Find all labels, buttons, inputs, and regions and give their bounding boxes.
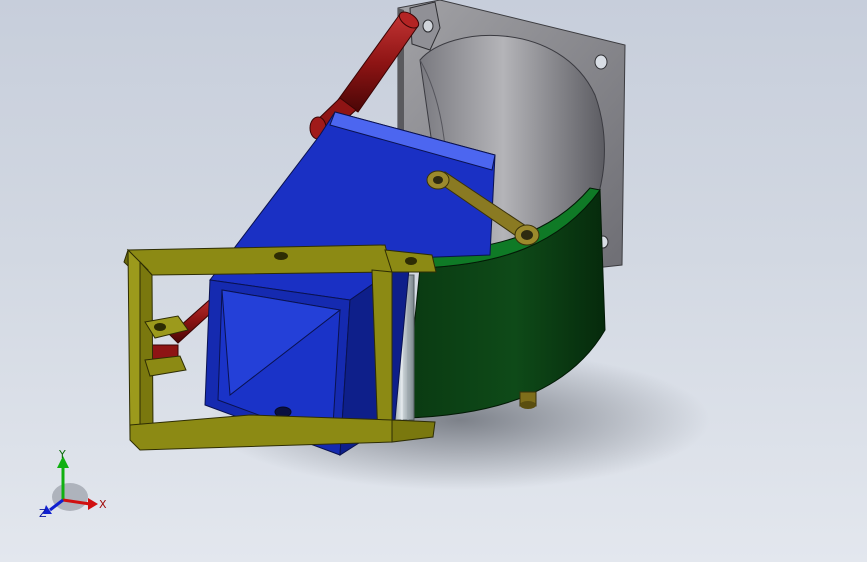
triad-base <box>52 483 88 511</box>
cad-viewport[interactable]: Y X Z <box>0 0 867 562</box>
bracket-hole <box>154 323 166 331</box>
frame-bolt-hole <box>405 257 417 265</box>
triad-y-label: Y <box>58 448 66 461</box>
triad-z-label: Z <box>39 507 47 520</box>
frame-bolt-hole <box>274 252 288 260</box>
cad-model-canvas[interactable]: Y X Z <box>0 0 867 562</box>
bracket-pin-hole <box>422 19 434 33</box>
triad-x-label: X <box>99 498 107 511</box>
plate-bolt-hole <box>594 54 608 70</box>
lower-pin <box>519 391 537 409</box>
coordinate-triad: Y X Z <box>39 448 107 520</box>
